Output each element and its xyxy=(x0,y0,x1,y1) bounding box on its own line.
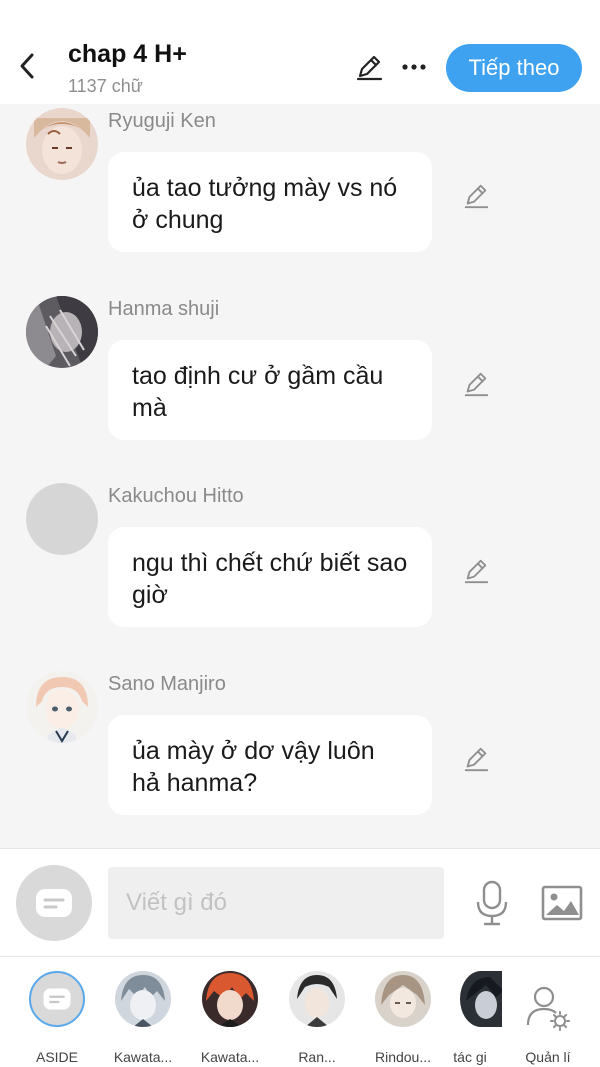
edit-message-button[interactable] xyxy=(460,368,492,400)
manage-label: Quản lí xyxy=(525,1049,571,1065)
pencil-icon xyxy=(464,184,489,209)
message-icon xyxy=(43,988,71,1010)
pencil-icon xyxy=(464,747,489,772)
image-button[interactable] xyxy=(540,883,584,923)
character-label: Kawata... xyxy=(200,1049,260,1065)
edit-title-button[interactable] xyxy=(352,50,386,84)
character-item[interactable]: Ran... xyxy=(277,969,357,1065)
pencil-icon xyxy=(356,55,383,81)
character-label: Rindou... xyxy=(374,1049,432,1065)
aside-toggle-button[interactable] xyxy=(16,865,92,941)
user-settings-icon xyxy=(526,986,570,1031)
avatar xyxy=(202,971,258,1027)
page-title: chap 4 H+ xyxy=(68,40,187,68)
avatar xyxy=(115,971,171,1027)
character-bar: ASIDE Kawata... Kawata... Ran... Rindou.… xyxy=(0,956,600,1067)
avatar-sano-manjiro[interactable] xyxy=(26,671,98,743)
chevron-left-icon xyxy=(20,53,34,79)
message-input[interactable] xyxy=(108,867,444,939)
avatar xyxy=(460,971,502,1027)
character-label: Kawata... xyxy=(113,1049,173,1065)
microphone-icon xyxy=(476,880,508,926)
character-label: Ran... xyxy=(298,1049,336,1065)
avatar-hanma-shuji[interactable] xyxy=(26,296,98,368)
aside-avatar xyxy=(29,971,85,1027)
avatar xyxy=(289,971,345,1027)
sender-name: Ryuguji Ken xyxy=(108,110,216,132)
avatar-placeholder[interactable] xyxy=(26,483,98,555)
message-bubble[interactable]: ủa mày ở dơ vậy luôn hả hanma? xyxy=(108,715,432,815)
message-bubble[interactable]: ngu thì chết chứ biết sao giờ xyxy=(108,527,432,627)
voice-button[interactable] xyxy=(470,879,514,927)
image-icon xyxy=(541,885,583,921)
message-bubble[interactable]: ủa tao tưởng mày vs nó ở chung xyxy=(108,152,432,252)
pencil-icon xyxy=(464,559,489,584)
manage-characters-button[interactable]: Quản lí xyxy=(508,969,588,1065)
character-item[interactable]: Kawata... xyxy=(190,969,270,1065)
message-bubble[interactable]: tao định cư ở gầm cầu mà xyxy=(108,340,432,440)
sender-name: Hanma shuji xyxy=(108,298,220,320)
back-button[interactable] xyxy=(12,48,42,84)
next-button[interactable]: Tiếp theo xyxy=(446,44,582,92)
character-aside[interactable]: ASIDE xyxy=(17,969,97,1065)
sender-name: Kakuchou Hitto xyxy=(108,485,244,507)
pencil-icon xyxy=(464,372,489,397)
character-label: tác gi xyxy=(453,1049,487,1065)
sender-name: Sano Manjiro xyxy=(108,673,226,695)
more-options-button[interactable] xyxy=(398,54,430,80)
character-item[interactable]: tác gi xyxy=(438,969,502,1065)
character-label: ASIDE xyxy=(35,1049,78,1065)
chat-area: Ryuguji Ken ủa tao tưởng mày vs nó ở chu… xyxy=(0,104,600,848)
edit-message-button[interactable] xyxy=(460,743,492,775)
word-count: 1137 chữ xyxy=(68,76,143,96)
edit-message-button[interactable] xyxy=(460,180,492,212)
edit-message-button[interactable] xyxy=(460,555,492,587)
character-item[interactable]: Kawata... xyxy=(103,969,183,1065)
composer xyxy=(0,848,600,956)
avatar-ryuguji-ken[interactable] xyxy=(26,108,98,180)
message-icon xyxy=(36,889,72,917)
top-bar: chap 4 H+ 1137 chữ Tiếp theo xyxy=(0,0,600,104)
avatar xyxy=(375,971,431,1027)
character-item[interactable]: Rindou... xyxy=(363,969,443,1065)
ellipsis-icon xyxy=(402,64,426,70)
